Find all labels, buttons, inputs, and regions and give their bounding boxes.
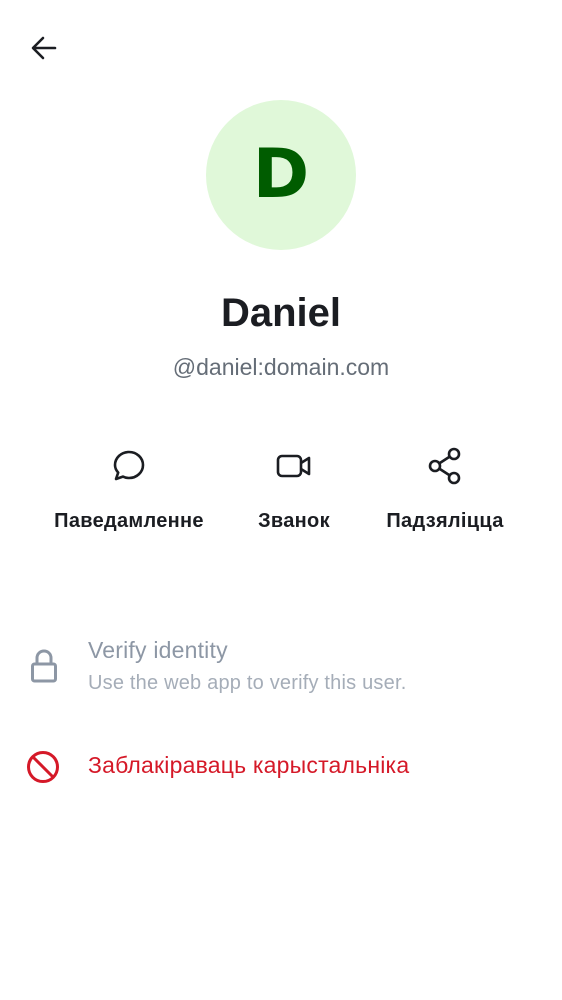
display-name: Daniel <box>220 291 342 335</box>
block-icon <box>24 748 62 786</box>
share-label: Падзяліцца <box>386 510 504 532</box>
message-label: Паведамленне <box>54 510 204 532</box>
chat-bubble-icon <box>107 444 151 488</box>
share-button[interactable]: Падзяліцца <box>360 444 530 537</box>
call-label: Званок <box>258 510 330 532</box>
video-camera-icon <box>272 444 316 488</box>
arrow-left-icon <box>30 34 58 67</box>
user-id: @daniel:domain.com <box>172 354 390 380</box>
verify-identity-item: Verify identity Use the web app to verif… <box>0 630 562 702</box>
lock-icon <box>26 646 62 686</box>
call-button[interactable]: Званок <box>209 444 379 537</box>
share-icon <box>423 444 467 488</box>
back-button[interactable] <box>22 28 66 72</box>
avatar-initial: D <box>252 135 310 214</box>
avatar[interactable]: D <box>206 100 356 250</box>
verify-identity-title: Verify identity <box>88 637 228 663</box>
block-user-button[interactable]: Заблакіраваць карыстальніка <box>0 740 562 792</box>
verify-identity-subtitle: Use the web app to verify this user. <box>88 672 407 694</box>
message-button[interactable]: Паведамленне <box>44 444 214 537</box>
block-user-label: Заблакіраваць карыстальніка <box>88 752 410 778</box>
